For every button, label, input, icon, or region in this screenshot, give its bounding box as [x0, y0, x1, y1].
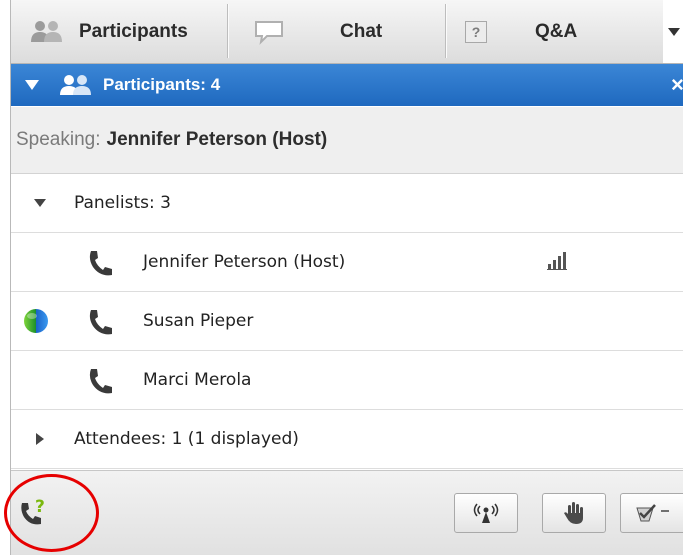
attendees-group-header[interactable]: Attendees: 1 (1 displayed) [11, 410, 683, 469]
phone-icon [89, 310, 112, 335]
phone-icon [89, 369, 112, 394]
tab-participants-label: Participants [79, 20, 188, 42]
panelists-group-header[interactable]: Panelists: 3 [11, 174, 683, 233]
tab-dropdown-button[interactable] [663, 0, 683, 63]
panelists-label: Panelists: 3 [74, 193, 171, 213]
tab-chat[interactable]: Chat [245, 0, 445, 63]
call-question-icon: ? [21, 497, 45, 525]
list-item[interactable]: Susan Pieper [11, 292, 683, 351]
panelist-name: Jennifer Peterson (Host) [143, 252, 346, 272]
chevron-down-icon [667, 27, 680, 36]
collapse-triangle-icon [25, 80, 39, 90]
expand-triangle-down-icon [34, 199, 46, 207]
people-icon [60, 75, 91, 95]
panelist-name: Susan Pieper [143, 311, 254, 331]
call-question-button[interactable]: ? [18, 495, 54, 531]
attendees-label: Attendees: 1 (1 displayed) [74, 429, 299, 449]
participants-header[interactable]: Participants: 4 × [11, 64, 683, 106]
raise-hand-button[interactable] [542, 493, 606, 533]
phone-icon [89, 251, 112, 276]
question-icon: ? [465, 20, 487, 43]
participants-panel: Participants Chat ? Q&A Participants: 4 … [10, 0, 683, 555]
globe-icon [24, 309, 48, 333]
speaking-label: Speaking: [16, 129, 101, 150]
list-item[interactable]: Marci Merola [11, 351, 683, 410]
expand-triangle-right-icon [36, 433, 44, 445]
speaking-indicator: Speaking: Jennifer Peterson (Host) [11, 107, 683, 174]
participants-count-title: Participants: 4 [103, 75, 221, 94]
panelist-name: Marci Merola [143, 370, 252, 390]
signal-bars-icon [547, 252, 567, 270]
tab-qa[interactable]: ? Q&A [455, 0, 655, 63]
broadcast-button[interactable] [454, 493, 518, 533]
list-item[interactable]: Jennifer Peterson (Host) [11, 233, 683, 292]
tab-qa-label: Q&A [535, 20, 578, 42]
broadcast-icon [473, 503, 499, 523]
bottom-toolbar: ? [11, 470, 683, 555]
speaking-name: Jennifer Peterson (Host) [106, 129, 328, 150]
tab-participants[interactable]: Participants [29, 0, 188, 63]
tab-bar: Participants Chat ? Q&A [11, 0, 683, 64]
people-icon [31, 20, 62, 42]
svg-text:?: ? [35, 497, 45, 517]
tab-chat-label: Chat [340, 20, 383, 42]
checkmark-menu-icon [636, 504, 669, 522]
raise-hand-icon [564, 502, 583, 524]
checkmark-menu-button[interactable] [620, 493, 683, 533]
close-icon[interactable]: × [671, 72, 683, 98]
speech-bubble-icon [255, 20, 283, 45]
